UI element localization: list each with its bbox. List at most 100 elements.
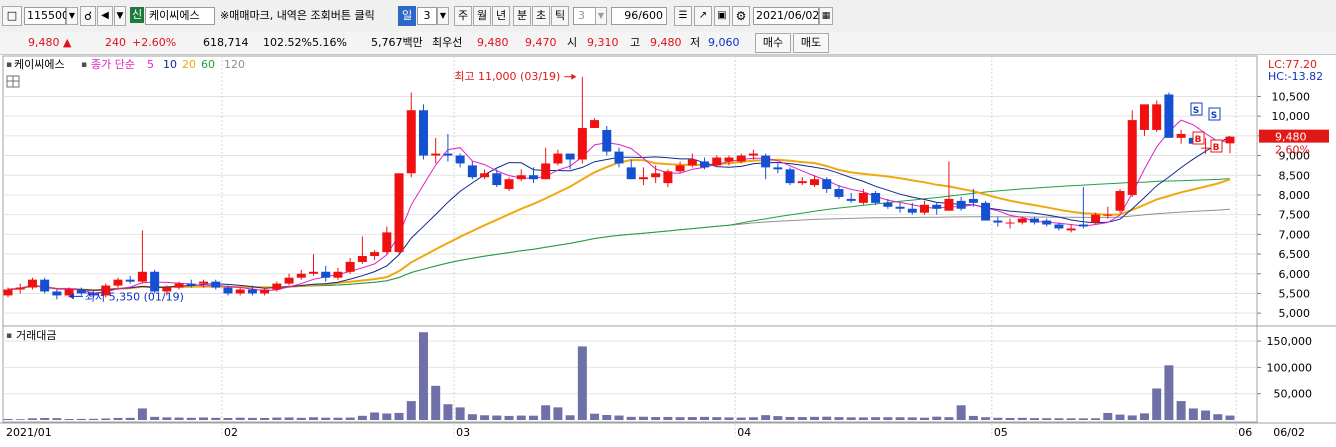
candle-body — [1115, 191, 1125, 211]
day-multiplier-dropdown-icon[interactable]: ▼ — [437, 7, 449, 25]
code-input[interactable]: 115500 — [24, 7, 69, 25]
price-tick-label: 8,000 — [1279, 189, 1311, 202]
legend-period-120: 120 — [224, 58, 245, 71]
prev-icon[interactable]: ◀ — [97, 6, 113, 26]
price-tick-label: 6,000 — [1279, 268, 1311, 281]
volume-bar — [651, 417, 661, 420]
volume-bar — [920, 417, 929, 420]
volume-bar — [638, 416, 648, 420]
legend-period-60: 60 — [201, 58, 215, 71]
volume-bar — [810, 416, 820, 420]
volume-bar — [614, 415, 624, 420]
stock-name-field[interactable]: 케이씨에스 — [145, 7, 215, 25]
x-last-label: 06/02 — [1273, 426, 1305, 439]
chart-title: 케이씨에스 — [14, 58, 65, 71]
tab-second-label: 초 — [535, 9, 547, 22]
save-icon[interactable]: ▣ — [714, 6, 730, 26]
candle-body — [822, 179, 832, 190]
volume-bar — [333, 417, 343, 420]
volume-bar — [712, 417, 722, 420]
candle-body — [137, 271, 147, 282]
code-input-value: 115500 — [27, 9, 69, 22]
volume-bar — [137, 408, 147, 420]
candle-body — [467, 165, 477, 178]
candle-body — [565, 153, 575, 160]
volume-bar — [541, 405, 551, 420]
volume-bar — [223, 418, 233, 420]
date-input[interactable]: 2021/06/02 — [753, 7, 819, 25]
open-price: 9,310 — [587, 36, 619, 49]
tab-year[interactable]: 년 — [492, 6, 510, 26]
sell-button[interactable]: 매도 — [793, 33, 829, 53]
candle-body — [932, 204, 942, 209]
volume-bar — [1164, 365, 1174, 420]
candle-body — [712, 157, 722, 166]
candle-body — [15, 287, 25, 290]
candle-body — [761, 155, 771, 168]
count-field[interactable]: 96/600 — [611, 7, 667, 25]
volume-bar — [394, 412, 404, 420]
search-icon[interactable]: ☌ — [80, 6, 96, 26]
volume-bar — [260, 417, 270, 420]
candle-body — [895, 206, 905, 209]
candle-body — [1201, 147, 1211, 149]
tab-month[interactable]: 월 — [473, 6, 491, 26]
volume-bar — [785, 416, 795, 420]
volume-bar — [590, 413, 600, 420]
buy-button[interactable]: 매수 — [755, 33, 791, 53]
tab-week[interactable]: 주 — [454, 6, 472, 26]
volume-bar — [211, 417, 221, 420]
draw-tool-icon[interactable]: ↗ — [694, 6, 712, 26]
code-dropdown-icon[interactable]: ▼ — [66, 7, 78, 25]
candle-body — [345, 261, 355, 272]
candle-body — [235, 289, 245, 294]
calendar-icon[interactable]: ▦ — [819, 7, 833, 25]
candle-body — [663, 171, 673, 184]
volume-bar — [150, 416, 160, 420]
price-tick-label: 6,500 — [1279, 248, 1311, 261]
candle-body — [797, 181, 807, 184]
turnover: 5.16% — [312, 36, 347, 49]
legend-period-5: 5 — [147, 58, 154, 71]
candle-body — [871, 192, 881, 203]
tab-minute[interactable]: 분 — [513, 6, 531, 26]
volume-bar — [1054, 418, 1064, 420]
candle-body — [1139, 104, 1149, 130]
gear-icon[interactable]: ⚙ — [732, 6, 750, 26]
volume-bar — [247, 417, 257, 420]
candle-body — [504, 179, 514, 190]
candle-body — [920, 204, 929, 213]
tab-tick[interactable]: 틱 — [551, 6, 569, 26]
bars-icon[interactable]: ☰ — [674, 6, 692, 26]
candle-body — [981, 202, 991, 221]
sub-period-value: 3 — [578, 9, 585, 22]
tab-second[interactable]: 초 — [532, 6, 550, 26]
volume-tick-label: 150,000 — [1267, 335, 1313, 348]
volume-bar — [1005, 418, 1015, 420]
tab-day-label: 일 — [401, 9, 413, 22]
tab-year-label: 년 — [495, 9, 507, 22]
high-label: 고 — [630, 36, 641, 49]
candle-body — [260, 289, 270, 294]
volume-bar — [174, 417, 184, 420]
price-chart[interactable]: 10,50010,0009,5009,0008,5008,0007,5007,0… — [0, 55, 1336, 447]
volume-bar — [883, 417, 893, 420]
tab-day[interactable]: 일 — [398, 6, 416, 26]
signal-marker-label: B — [1195, 135, 1202, 145]
speaker-icon[interactable]: ▼ — [114, 6, 126, 26]
volume-bar — [76, 418, 86, 420]
candle-body — [186, 283, 196, 286]
sub-period-dropdown-icon[interactable]: ▼ — [595, 7, 607, 25]
volume-bar — [418, 332, 428, 420]
volume-bar — [321, 417, 331, 420]
window-menu-icon[interactable]: □ — [2, 6, 22, 26]
tab-week-label: 주 — [457, 9, 469, 22]
day-multiplier[interactable]: 3 — [417, 7, 437, 25]
volume-bar — [162, 417, 172, 420]
candle-body — [480, 173, 490, 178]
volume-bar — [748, 417, 758, 420]
volume-bar — [382, 413, 392, 420]
candle-body — [492, 173, 502, 186]
legend-period-10: 10 — [163, 58, 177, 71]
candle-body — [736, 155, 746, 162]
